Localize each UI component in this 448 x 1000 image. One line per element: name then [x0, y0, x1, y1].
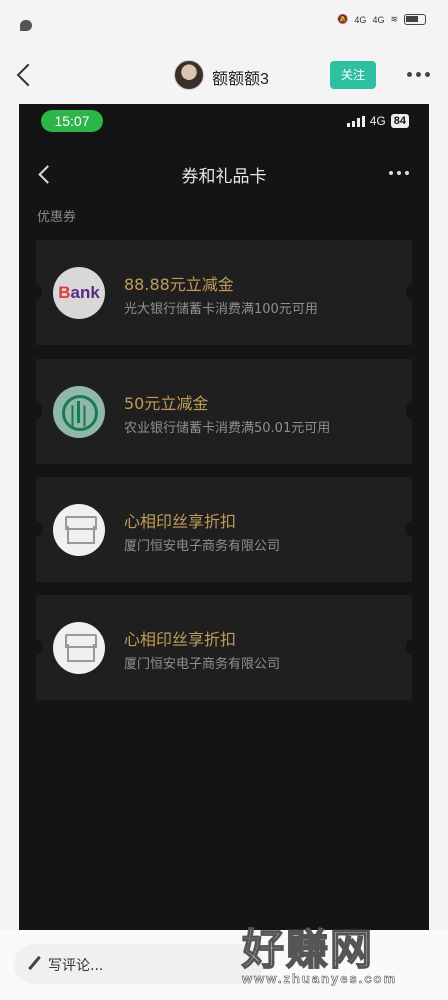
message-icon	[20, 20, 32, 31]
watermark-logo: 好赚网 www.zhuanyes.com	[241, 916, 432, 996]
inner-page-title: 券和礼品卡	[181, 167, 267, 187]
comment-placeholder: 写评论...	[48, 958, 104, 974]
coupon-card: 50元立减金 农业银行储蓄卡消费满50.01元可用	[30, 359, 418, 464]
time-pill: 15:07	[41, 110, 103, 132]
inner-battery: 84	[390, 114, 409, 128]
follow-button[interactable]: 关注	[330, 61, 376, 89]
abc-bank-logo-icon	[53, 386, 105, 438]
comment-bar: 写评论... 好赚网 www.zhuanyes.com	[0, 924, 448, 1000]
coupon-card: Bank 88.88元立减金 光大银行储蓄卡消费满100元可用	[30, 240, 418, 345]
post-screenshot[interactable]: 15:07 4G 84 券和礼品卡 优惠券 Bank 88.88元立减金 光大银…	[19, 104, 429, 930]
coupon-title: 88.88元立减金	[124, 275, 234, 294]
status-icons: 🔕 4G 4G ≋	[337, 14, 426, 25]
coupon-title: 心相印丝享折扣	[124, 630, 237, 649]
shop-icon	[53, 622, 105, 674]
watermark-url: www.zhuanyes.com	[242, 971, 398, 987]
coupon-card: 心相印丝享折扣 厦门恒安电子商务有限公司	[30, 595, 418, 700]
outer-header: 额额额3 关注	[0, 52, 448, 98]
section-label: 优惠券	[37, 210, 77, 225]
coupon-title: 50元立减金	[124, 394, 209, 413]
coupon-card: 心相印丝享折扣 厦门恒安电子商务有限公司	[30, 477, 418, 582]
signal-icon	[346, 115, 365, 127]
avatar[interactable]	[174, 60, 204, 90]
coupon-subtitle: 农业银行储蓄卡消费满50.01元可用	[124, 421, 331, 436]
inner-network: 4G	[369, 114, 386, 128]
username[interactable]: 额额额3	[212, 65, 269, 89]
inner-header: 券和礼品卡	[19, 152, 429, 196]
inner-status-icons: 4G 84	[346, 114, 409, 128]
bank-logo-icon: Bank	[53, 267, 105, 319]
coupon-title: 心相印丝享折扣	[124, 512, 237, 531]
network-1: 4G	[354, 14, 367, 25]
battery-icon	[404, 14, 426, 25]
coupon-subtitle: 厦门恒安电子商务有限公司	[124, 657, 281, 672]
wifi-icon: ≋	[390, 14, 398, 24]
mute-icon: 🔕	[337, 14, 349, 24]
comment-input[interactable]: 写评论...	[14, 944, 264, 984]
shop-icon	[53, 504, 105, 556]
network-2: 4G	[372, 14, 385, 25]
outer-status-bar: 🔕 4G 4G ≋	[0, 0, 448, 52]
coupon-subtitle: 厦门恒安电子商务有限公司	[124, 539, 281, 554]
watermark-title: 好赚网	[241, 924, 375, 975]
more-icon[interactable]	[407, 72, 430, 77]
pen-icon	[28, 955, 42, 971]
back-icon[interactable]	[14, 62, 38, 88]
coupon-subtitle: 光大银行储蓄卡消费满100元可用	[124, 302, 318, 317]
inner-more-icon	[389, 171, 409, 175]
